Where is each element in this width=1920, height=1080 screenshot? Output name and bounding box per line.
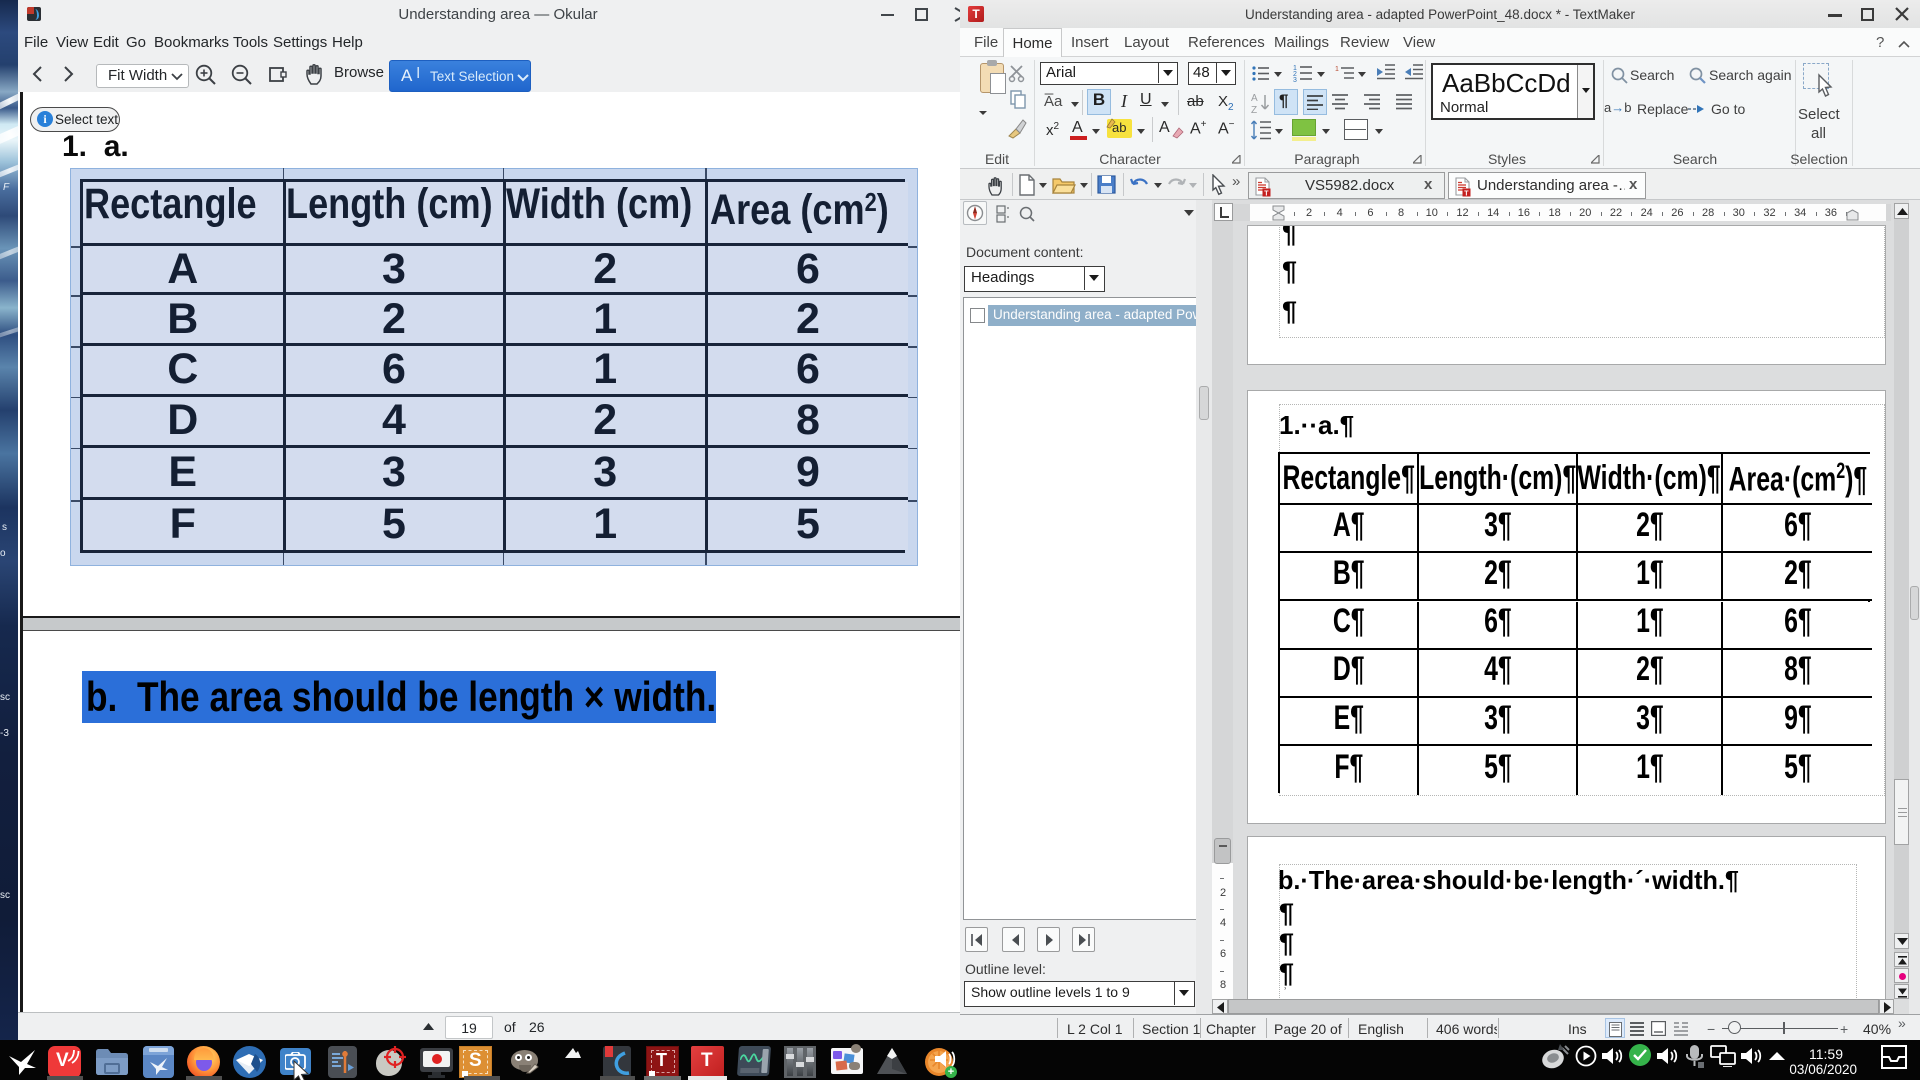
svg-text:Z: Z bbox=[1251, 105, 1257, 115]
svg-text:A: A bbox=[1251, 93, 1258, 104]
svg-text:T: T bbox=[1264, 190, 1269, 197]
svg-text:3: 3 bbox=[1293, 77, 1297, 83]
svg-text:1: 1 bbox=[1335, 66, 1339, 73]
svg-text:T: T bbox=[1464, 190, 1469, 197]
